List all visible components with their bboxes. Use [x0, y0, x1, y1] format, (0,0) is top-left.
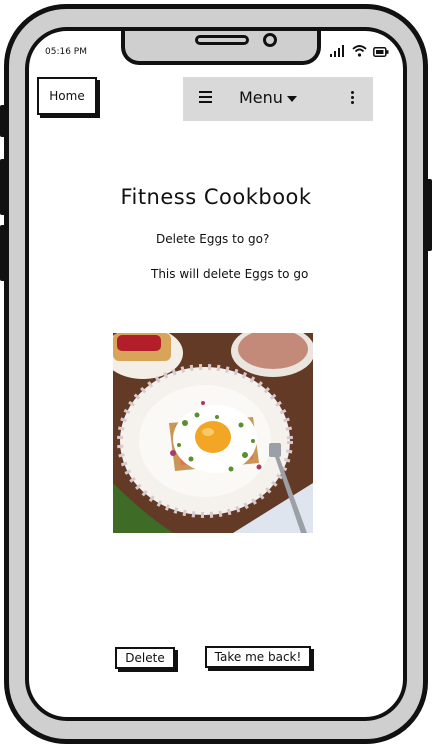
wifi-icon: [352, 45, 367, 57]
status-icons: [330, 45, 389, 57]
status-time: 05:16 PM: [45, 47, 87, 57]
caret-down-icon[interactable]: [287, 96, 297, 102]
camera-icon: [263, 33, 277, 47]
battery-icon: [373, 47, 389, 57]
phone-notch: [121, 31, 321, 65]
menu-label[interactable]: Menu: [239, 88, 283, 107]
phone-side-button: [426, 179, 432, 251]
hamburger-icon[interactable]: [199, 91, 212, 106]
menu-bar[interactable]: Menu: [183, 77, 373, 121]
speaker-icon: [195, 35, 249, 45]
delete-button[interactable]: Delete: [115, 647, 175, 669]
phone-side-button: [0, 159, 6, 215]
phone-screen: 05:16 PM Home Menu Fitness Cookbook Dele…: [25, 27, 407, 721]
phone-frame: 05:16 PM Home Menu Fitness Cookbook Dele…: [0, 4, 432, 744]
confirm-description: This will delete Eggs to go: [151, 267, 309, 281]
kebab-icon[interactable]: [351, 91, 355, 106]
signal-icon: [330, 45, 344, 57]
phone-side-button: [0, 225, 6, 281]
confirm-question: Delete Eggs to go?: [156, 232, 270, 246]
page-title: Fitness Cookbook: [120, 185, 312, 209]
phone-side-button: [0, 105, 6, 137]
take-me-back-button[interactable]: Take me back!: [205, 646, 311, 668]
home-button[interactable]: Home: [37, 77, 97, 115]
recipe-photo: [113, 333, 313, 533]
